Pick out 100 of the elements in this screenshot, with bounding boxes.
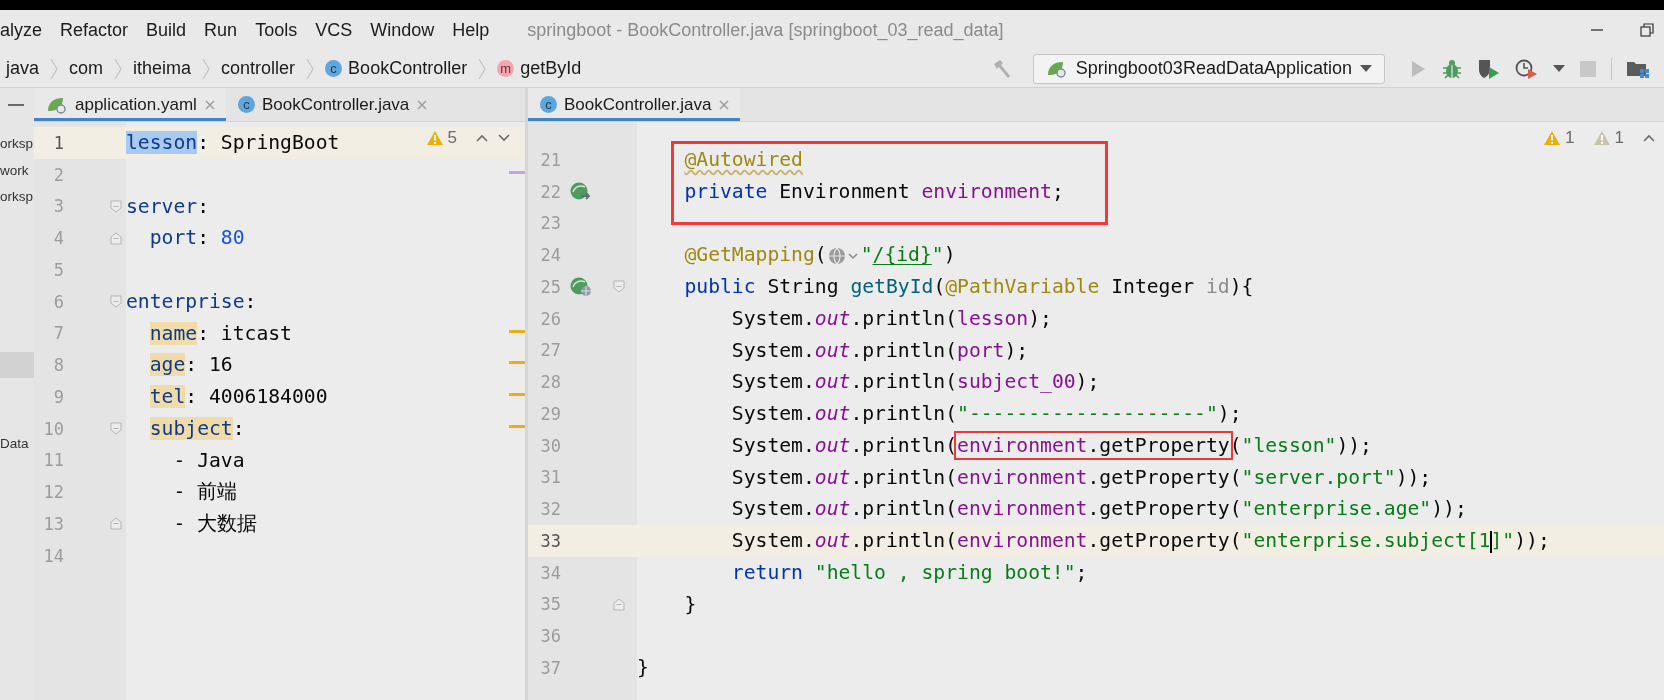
bean-globe-icon[interactable] — [569, 275, 593, 298]
editor-tab[interactable]: application.yaml — [34, 88, 226, 121]
line-number: 29 — [539, 403, 561, 424]
fold-marker-icon[interactable] — [110, 295, 122, 309]
breadcrumb-item[interactable]: controller — [221, 58, 296, 79]
code-line: tel: 4006184000 — [148, 384, 328, 410]
line-number: 22 — [539, 181, 561, 202]
code-line: port: 80 — [148, 225, 245, 252]
code-line: } — [637, 655, 649, 681]
chevron-up-icon[interactable] — [1642, 133, 1656, 143]
tree-item[interactable]: Data — [0, 431, 34, 458]
caret-icon — [1360, 64, 1372, 73]
fold-marker-icon[interactable] — [110, 199, 122, 213]
menu-item[interactable]: Refactor — [60, 19, 129, 41]
chevron-up-icon[interactable] — [475, 133, 489, 143]
warning-count[interactable]: 1 — [1543, 128, 1575, 148]
line-number: 30 — [539, 435, 561, 456]
warning-stripe-mark[interactable] — [509, 424, 525, 428]
line-number: 21 — [539, 149, 561, 170]
line-number: 35 — [539, 594, 561, 615]
fold-marker-icon[interactable] — [613, 280, 625, 294]
code-line: @Autowired — [683, 147, 803, 173]
tree-item[interactable]: work — [0, 157, 34, 184]
line-number: 24 — [539, 245, 561, 266]
fold-marker-icon[interactable] — [613, 597, 625, 611]
breadcrumb-item[interactable]: java — [6, 58, 40, 79]
line-number: 5 — [52, 259, 64, 280]
minus-icon[interactable] — [8, 103, 24, 107]
line-number: 12 — [42, 482, 64, 503]
menu-item[interactable]: Build — [146, 19, 187, 41]
close-icon[interactable] — [718, 98, 731, 111]
tree-item[interactable]: orksp — [0, 184, 34, 211]
editor-tab[interactable]: c BookController.java — [225, 88, 439, 121]
line-number: 33 — [539, 530, 561, 551]
warning-stripe-mark[interactable] — [509, 329, 525, 333]
fold-marker-icon[interactable] — [110, 517, 122, 531]
bug-icon[interactable] — [1441, 57, 1463, 80]
line-number: 10 — [42, 418, 64, 439]
caret-icon[interactable] — [1553, 64, 1565, 73]
code-line: - 前端 — [172, 479, 238, 506]
code-line: System.out.println(lesson); — [730, 305, 1052, 332]
profiler-icon[interactable] — [1515, 57, 1539, 80]
line-number: 2 — [52, 164, 64, 185]
chevron-right-icon — [478, 56, 487, 81]
warning-count[interactable]: 1 — [1592, 128, 1624, 148]
code-line: enterprise: — [126, 288, 257, 315]
fold-marker-icon[interactable] — [110, 422, 122, 436]
breadcrumb-item[interactable]: com — [69, 58, 104, 79]
code-line: System.out.println(subject_00); — [730, 369, 1100, 396]
chevron-right-icon — [50, 56, 59, 81]
breadcrumb-item[interactable]: itheima — [133, 58, 192, 79]
stop-icon[interactable] — [1579, 59, 1597, 78]
fold-marker-icon[interactable] — [110, 231, 122, 245]
coverage-icon[interactable] — [1477, 57, 1501, 80]
code-line: public String getById(@PathVariable Integer id){ — [683, 274, 1254, 300]
weak-warning-icon — [1592, 130, 1611, 146]
close-icon[interactable] — [203, 98, 216, 111]
play-icon[interactable] — [1409, 58, 1427, 79]
spring-leaf-icon — [1045, 59, 1068, 78]
line-number: 11 — [42, 450, 64, 471]
menu-item[interactable]: VCS — [315, 19, 353, 41]
chevron-right-icon — [202, 56, 211, 81]
code-line: name: itcast — [148, 320, 292, 347]
line-number: 32 — [539, 499, 561, 520]
menu-item[interactable]: Help — [452, 19, 490, 41]
warning-stripe-mark[interactable] — [509, 361, 525, 365]
line-number: 1 — [52, 132, 64, 153]
breadcrumb-item[interactable]: c BookController — [325, 58, 468, 79]
warning-count[interactable]: 5 — [425, 128, 457, 148]
line-number: 8 — [52, 355, 64, 376]
spring-leaf-icon — [46, 95, 68, 114]
line-number: 6 — [52, 291, 64, 312]
line-number: 3 — [52, 196, 64, 217]
code-line: System.out.println("--------------------"); — [730, 401, 1242, 427]
editor-tab[interactable]: c BookController.java — [528, 88, 741, 121]
menu-item[interactable]: Tools — [255, 19, 298, 41]
run-configuration-dropdown[interactable]: Springboot03ReadDataApplication — [1032, 53, 1385, 84]
class-badge: c — [325, 60, 343, 77]
breadcrumb-item[interactable]: m getById — [497, 58, 582, 79]
change-stripe-mark[interactable] — [509, 170, 525, 174]
code-line: System.out.println(port); — [730, 337, 1029, 364]
globe-icon[interactable] — [826, 245, 861, 266]
text-cursor — [1490, 530, 1493, 553]
menu-item[interactable]: Run — [204, 19, 238, 41]
line-number: 37 — [539, 657, 561, 678]
menu-item[interactable]: Window — [370, 19, 435, 41]
line-number: 4 — [52, 228, 64, 249]
code-line: lesson: SpringBoot — [126, 130, 340, 156]
tree-item[interactable]: orksp — [0, 131, 34, 158]
line-number: 26 — [539, 308, 561, 329]
close-icon[interactable] — [416, 98, 429, 111]
line-number: 36 — [539, 626, 561, 647]
line-number: 9 — [52, 386, 64, 407]
menu-item[interactable]: alyze — [0, 19, 43, 41]
restore-icon[interactable] — [1640, 23, 1654, 37]
warning-icon — [425, 130, 444, 146]
chevron-down-icon[interactable] — [497, 133, 511, 143]
class-badge: c — [237, 96, 255, 113]
chevron-right-icon — [114, 56, 123, 81]
code-line: } — [683, 591, 697, 618]
